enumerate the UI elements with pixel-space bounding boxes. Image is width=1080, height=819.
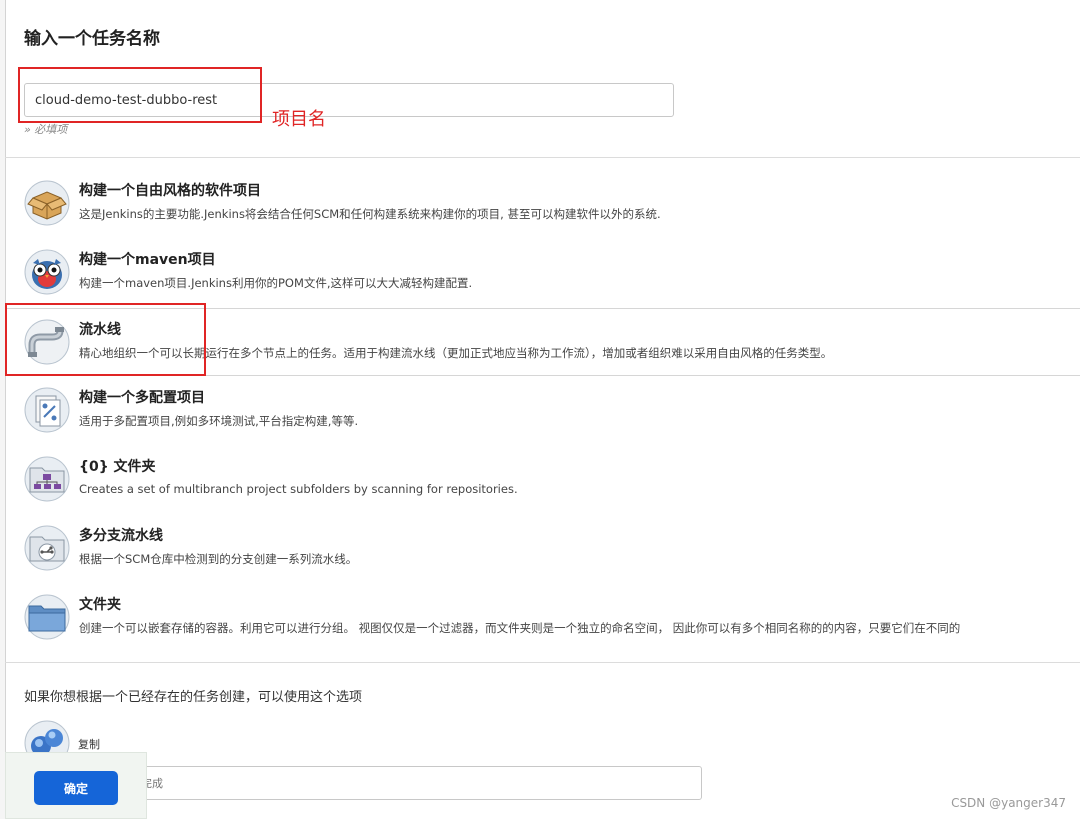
job-type-multi-config[interactable]: 构建一个多配置项目 适用于多配置项目,例如多环境测试,平台指定构建,等等. <box>5 377 1080 443</box>
job-type-title: 构建一个自由风格的软件项目 <box>79 183 261 199</box>
job-type-description: Creates a set of multibranch project sub… <box>79 482 518 496</box>
org-folder-icon <box>24 456 70 502</box>
ok-button[interactable]: 确定 <box>34 771 118 805</box>
job-type-maven[interactable]: 构建一个maven项目 构建一个maven项目.Jenkins利用你的POM文件… <box>5 239 1080 305</box>
job-type-freestyle[interactable]: 构建一个自由风格的软件项目 这是Jenkins的主要功能.Jenkins将会结合… <box>5 170 1080 236</box>
annotation-label: 项目名 <box>272 109 326 130</box>
job-type-description: 创建一个可以嵌套存储的容器。利用它可以进行分组。 视图仅仅是一个过滤器，而文件夹… <box>79 621 961 635</box>
freestyle-package-icon <box>24 180 70 226</box>
maven-owl-icon <box>24 249 70 295</box>
copy-label: 复制 <box>78 738 100 751</box>
job-type-title: 多分支流水线 <box>79 528 163 544</box>
job-type-title: 构建一个多配置项目 <box>79 390 205 406</box>
page-title: 输入一个任务名称 <box>24 29 160 49</box>
job-type-description: 适用于多配置项目,例如多环境测试,平台指定构建,等等. <box>79 414 359 428</box>
job-type-description: 构建一个maven项目.Jenkins利用你的POM文件,这样可以大大减轻构建配… <box>79 276 473 290</box>
section-divider <box>5 662 1080 663</box>
job-type-folder[interactable]: 文件夹 创建一个可以嵌套存储的容器。利用它可以进行分组。 视图仅仅是一个过滤器，… <box>5 584 1080 650</box>
job-type-org-folder[interactable]: {0} 文件夹 Creates a set of multibranch pro… <box>5 446 1080 512</box>
job-type-multibranch[interactable]: 多分支流水线 根据一个SCM仓库中检测到的分支创建一系列流水线。 <box>5 515 1080 581</box>
job-type-description: 根据一个SCM仓库中检测到的分支创建一系列流水线。 <box>79 552 358 566</box>
job-type-description: 这是Jenkins的主要功能.Jenkins将会结合任何SCM和任何构建系统来构… <box>79 207 661 221</box>
job-type-title: 文件夹 <box>79 597 121 613</box>
multibranch-pipeline-icon <box>24 525 70 571</box>
folder-icon <box>24 594 70 640</box>
required-hint: » 必填项 <box>24 123 68 136</box>
job-type-title: 构建一个maven项目 <box>79 252 216 268</box>
section-divider <box>5 157 1080 158</box>
watermark: CSDN @yanger347 <box>951 796 1066 810</box>
copy-section-text: 如果你想根据一个已经存在的任务创建，可以使用这个选项 <box>24 690 363 705</box>
annotation-box-name <box>18 67 262 123</box>
job-type-title: {0} 文件夹 <box>79 459 156 475</box>
multi-config-icon <box>24 387 70 433</box>
annotation-box-pipeline <box>5 303 206 376</box>
copy-from-input[interactable] <box>76 766 702 800</box>
